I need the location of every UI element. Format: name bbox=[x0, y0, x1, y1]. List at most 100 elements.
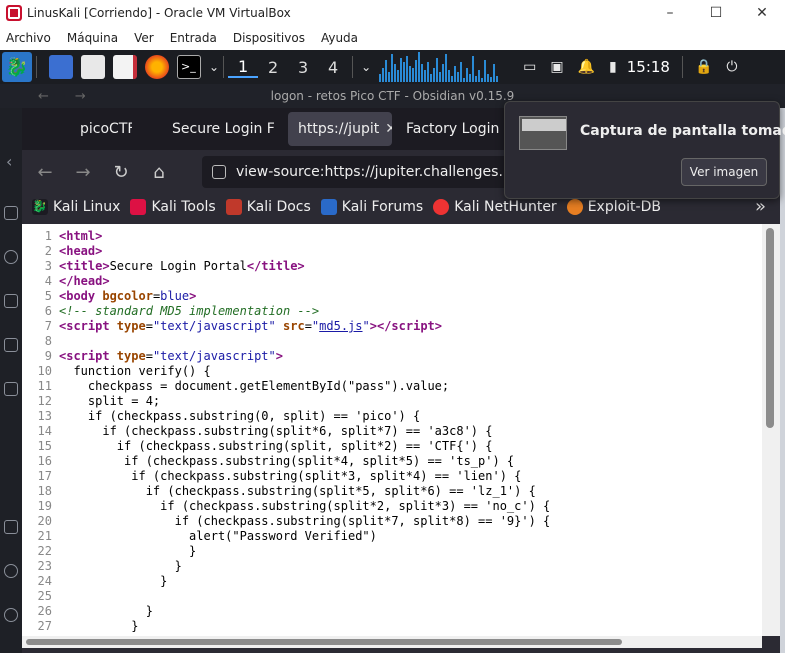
lock-icon[interactable]: 🔒 bbox=[695, 59, 712, 75]
menu-dispositivos[interactable]: Dispositivos bbox=[233, 31, 305, 45]
source-line: 4 </head> bbox=[22, 274, 762, 289]
reload-icon[interactable]: ↻ bbox=[104, 162, 138, 183]
scrollbar-thumb[interactable] bbox=[26, 639, 622, 645]
line-number: 9 bbox=[44, 349, 52, 363]
files-icon[interactable] bbox=[4, 206, 18, 220]
maximize-button[interactable]: ☐ bbox=[693, 0, 739, 26]
source-code: if (checkpass.substring(split*6, split*7… bbox=[59, 424, 493, 438]
chevron-down-icon[interactable]: ⌄ bbox=[209, 60, 219, 74]
clock[interactable]: 15:18 bbox=[627, 58, 670, 76]
kali-menu-icon[interactable]: 🐉 bbox=[2, 52, 32, 82]
page-info-icon[interactable] bbox=[212, 165, 226, 179]
close-button[interactable]: ✕ bbox=[739, 0, 785, 26]
line-number: 20 bbox=[37, 514, 52, 528]
obsidian-nav-arrows[interactable]: ←→ bbox=[38, 89, 112, 104]
battery-icon[interactable]: ▮ bbox=[609, 59, 617, 75]
close-icon[interactable]: ✕ bbox=[385, 121, 392, 137]
bookmark-kali-tools[interactable]: Kali Tools bbox=[130, 199, 216, 215]
minimize-button[interactable]: – bbox=[647, 0, 693, 26]
source-code: } bbox=[59, 574, 168, 588]
menu-ayuda[interactable]: Ayuda bbox=[321, 31, 358, 45]
horizontal-scrollbar[interactable] bbox=[22, 636, 762, 648]
line-number: 7 bbox=[44, 319, 52, 333]
source-line: 16 if (checkpass.substring(split*4, spli… bbox=[22, 454, 762, 469]
bookmark-kali-nethunter[interactable]: Kali NetHunter bbox=[433, 199, 557, 215]
menu-archivo[interactable]: Archivo bbox=[6, 31, 51, 45]
source-code: <script type="text/javascript"> bbox=[59, 349, 283, 363]
source-code: checkpass = document.getElementById("pas… bbox=[59, 379, 450, 393]
workspace-2[interactable]: 2 bbox=[258, 58, 288, 77]
graph-icon[interactable] bbox=[4, 250, 18, 264]
source-view[interactable]: 1 <html> 2 <head> 3 <title>Secure Login Porta… bbox=[22, 224, 762, 636]
source-code: if (checkpass.substring(split*5, split*6… bbox=[59, 484, 536, 498]
bookmarks-overflow-button[interactable]: » bbox=[755, 196, 766, 217]
source-code: split = 4; bbox=[59, 394, 161, 408]
forward-arrow-icon[interactable]: → bbox=[66, 162, 100, 183]
view-image-button[interactable]: Ver imagen bbox=[681, 158, 767, 186]
display-icon[interactable]: ▭ bbox=[523, 59, 536, 75]
scrollbar-thumb[interactable] bbox=[766, 228, 774, 428]
kali-forums-icon bbox=[320, 199, 337, 215]
monitor-icon[interactable]: ▣ bbox=[550, 59, 563, 75]
kali-panel: 🐉 >_ ⌄ 1 2 3 4 ⌄ ▭ ▣ 🔔 ▮ 15:18 🔒 ⏻ bbox=[0, 50, 785, 84]
bookmark-label: Kali Linux bbox=[53, 199, 121, 215]
source-line: 19 if (checkpass.substring(split*2, spli… bbox=[22, 499, 762, 514]
kali-docs-icon bbox=[225, 199, 242, 215]
kali-dragon-icon: 🐉 bbox=[32, 199, 48, 215]
settings-gear-icon[interactable] bbox=[4, 608, 18, 622]
chevron-down-icon[interactable]: ⌄ bbox=[361, 60, 371, 74]
tab-view-source[interactable]: https://jupit ✕ bbox=[288, 112, 392, 146]
logout-icon[interactable]: ⏻ bbox=[726, 59, 737, 75]
back-arrow-icon[interactable]: ← bbox=[28, 162, 62, 183]
virtualbox-icon bbox=[6, 5, 22, 21]
calendar-icon[interactable] bbox=[4, 294, 18, 308]
source-code: <script type="text/javascript" src="md5.… bbox=[59, 319, 442, 333]
kali-tools-icon bbox=[130, 199, 147, 215]
workspace-4[interactable]: 4 bbox=[318, 58, 348, 77]
line-number: 14 bbox=[37, 424, 52, 438]
home-icon[interactable]: ⌂ bbox=[142, 162, 176, 183]
source-code: } bbox=[59, 604, 153, 618]
chevron-left-icon[interactable]: ‹ bbox=[6, 152, 12, 171]
text-editor-icon[interactable] bbox=[113, 55, 137, 79]
menu-maquina[interactable]: Máquina bbox=[67, 31, 118, 45]
firefox-icon[interactable] bbox=[145, 55, 169, 79]
line-number: 13 bbox=[37, 409, 52, 423]
tab-label: Factory Login bbox=[406, 121, 500, 137]
help-icon[interactable] bbox=[4, 564, 18, 578]
notification-bell-icon[interactable]: 🔔 bbox=[578, 59, 595, 75]
source-line: 8 bbox=[22, 334, 762, 349]
vault-icon[interactable] bbox=[4, 520, 18, 534]
screenshot-thumbnail[interactable] bbox=[519, 116, 567, 150]
notification-title: Captura de pantalla tomada bbox=[580, 123, 785, 139]
source-code: <html> bbox=[59, 229, 103, 243]
tab-secure-login[interactable]: Secure Login F bbox=[170, 112, 282, 146]
bookmark-kali-linux[interactable]: 🐉 Kali Linux bbox=[32, 199, 120, 215]
source-line: 9 <script type="text/javascript"> bbox=[22, 349, 762, 364]
menu-ver[interactable]: Ver bbox=[134, 31, 154, 45]
workspace-3[interactable]: 3 bbox=[288, 58, 318, 77]
bookmark-exploit-db[interactable]: Exploit-DB bbox=[566, 199, 661, 215]
bookmark-kali-docs[interactable]: Kali Docs bbox=[225, 199, 311, 215]
panel-separator bbox=[352, 56, 354, 78]
bookmark-kali-forums[interactable]: Kali Forums bbox=[320, 199, 423, 215]
desktop-icon[interactable] bbox=[49, 55, 73, 79]
vertical-scrollbar[interactable] bbox=[762, 224, 780, 636]
tab-label: https://jupit bbox=[298, 121, 380, 137]
file-manager-icon[interactable] bbox=[81, 55, 105, 79]
source-code: <!-- standard MD5 implementation --> bbox=[59, 304, 320, 318]
source-code: if (checkpass.substring(split*4, split*5… bbox=[59, 454, 515, 468]
workspace-1[interactable]: 1 bbox=[228, 57, 259, 78]
tab-factory-login[interactable]: Factory Login bbox=[394, 112, 514, 146]
template-icon[interactable] bbox=[4, 382, 18, 396]
source-line: 5 <body bgcolor=blue> bbox=[22, 289, 762, 304]
source-line: 14 if (checkpass.substring(split*6, spli… bbox=[22, 424, 762, 439]
source-code: if (checkpass.substring(0, split) == 'pi… bbox=[59, 409, 421, 423]
tab-picoctf[interactable]: picoCTF - bbox=[22, 112, 132, 146]
source-code: if (checkpass.substring(split, split*2) … bbox=[59, 439, 493, 453]
terminal-icon[interactable]: >_ bbox=[177, 55, 201, 79]
menu-entrada[interactable]: Entrada bbox=[170, 31, 217, 45]
source-code: if (checkpass.substring(split*3, split*4… bbox=[59, 469, 522, 483]
obsidian-left-ribbon: ‹ bbox=[0, 108, 22, 653]
copy-icon[interactable] bbox=[4, 338, 18, 352]
